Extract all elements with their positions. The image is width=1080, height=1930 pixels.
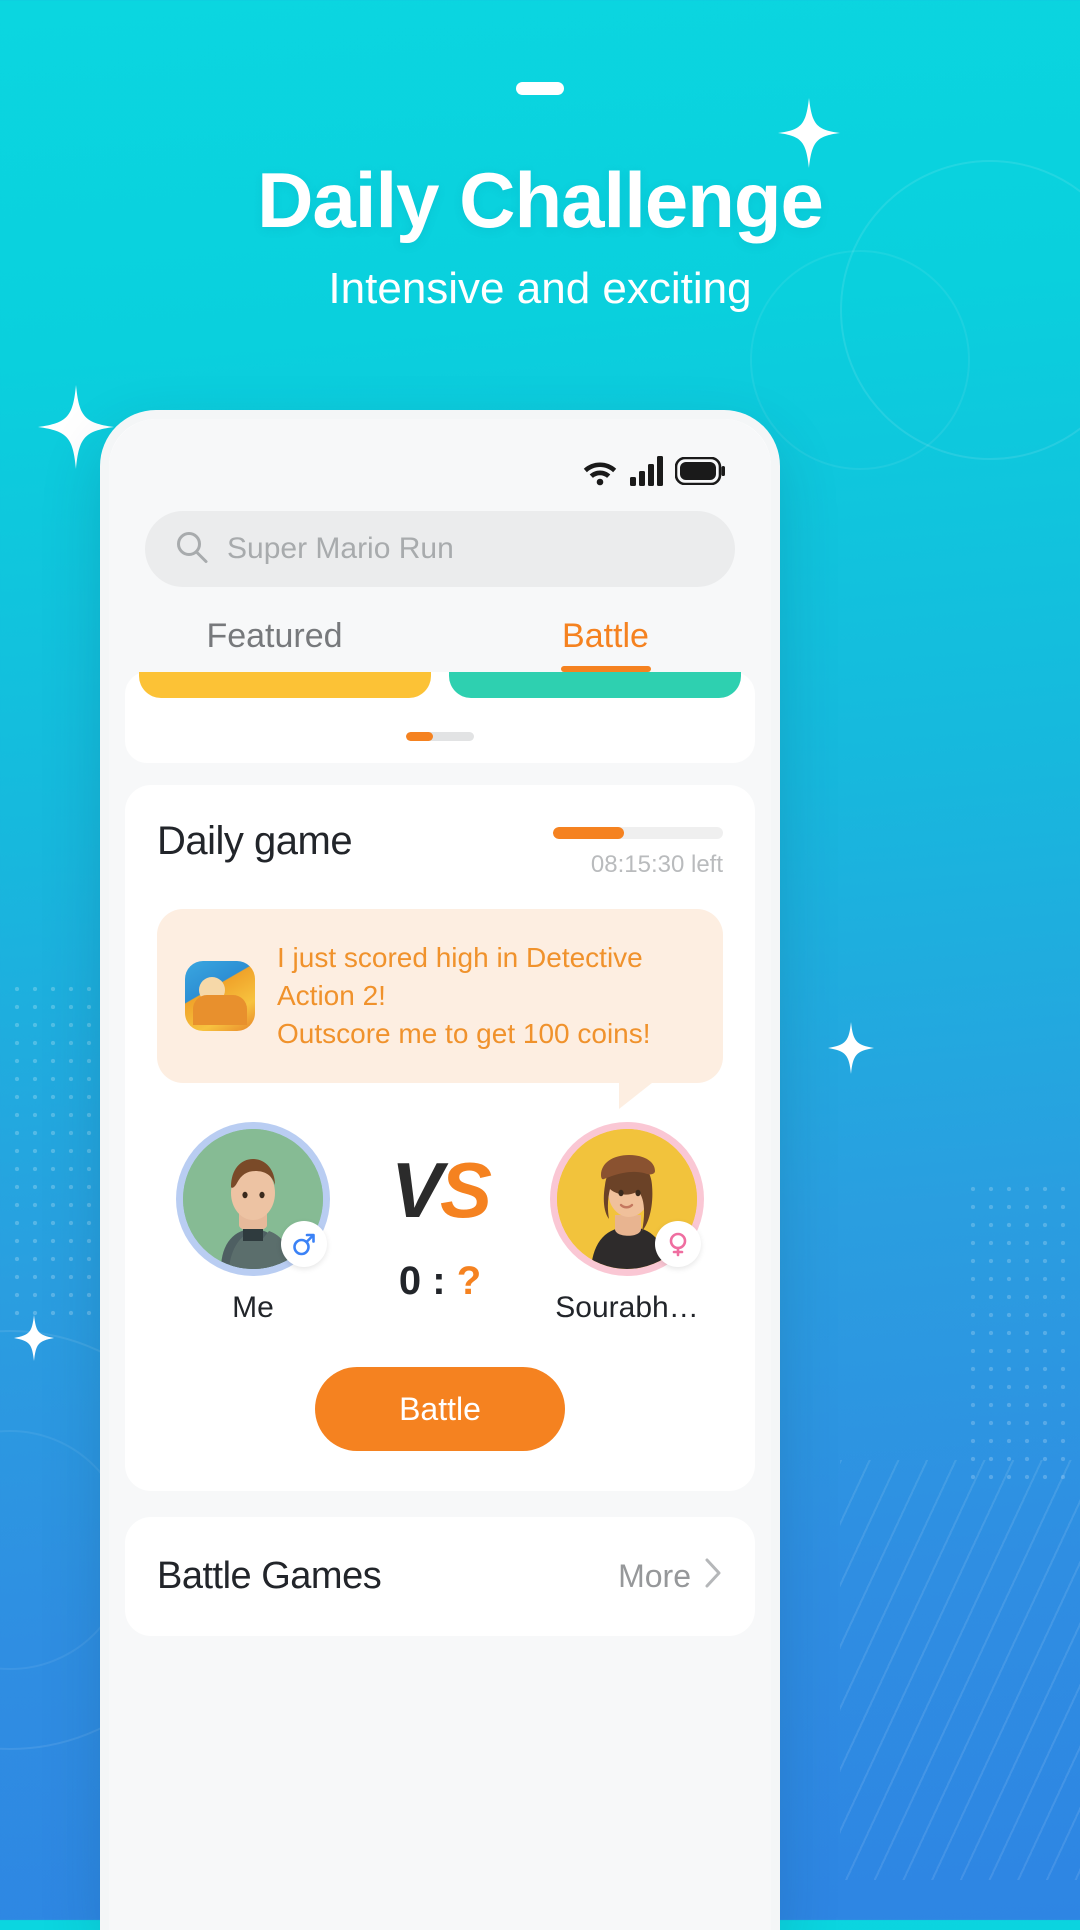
daily-game-progress-bar xyxy=(553,827,723,839)
tab-featured[interactable]: Featured xyxy=(109,617,440,672)
daily-game-time-left: 08:15:30 left xyxy=(590,851,723,878)
status-bar xyxy=(109,419,771,505)
search-input[interactable]: Super Mario Run xyxy=(145,511,735,587)
versus-row: Me VS 0 : ? Sourabh… xyxy=(157,1122,723,1325)
carousel-strip[interactable] xyxy=(125,672,755,698)
female-gender-icon xyxy=(655,1221,701,1268)
vs-label-s: S xyxy=(440,1145,492,1234)
player-me[interactable]: Me xyxy=(173,1122,333,1325)
page-title: Daily Challenge xyxy=(257,156,824,244)
search-placeholder: Super Mario Run xyxy=(227,532,454,565)
carousel-slide[interactable] xyxy=(449,672,741,698)
more-label: More xyxy=(618,1558,691,1595)
player-opponent[interactable]: Sourabh… xyxy=(547,1122,707,1325)
search-area: Super Mario Run xyxy=(109,505,771,587)
battle-games-title: Battle Games xyxy=(157,1555,382,1598)
cellular-signal-icon xyxy=(630,456,664,486)
score-opponent: ? xyxy=(456,1258,482,1303)
carousel-page-indicator xyxy=(125,732,755,741)
daily-game-card: Daily game 08:15:30 left I just scored h… xyxy=(125,785,755,1492)
tab-battle[interactable]: Battle xyxy=(440,617,771,672)
score-line: 0 : ? xyxy=(333,1259,547,1304)
avatar[interactable] xyxy=(550,1122,704,1277)
vs-label: VS xyxy=(333,1151,547,1229)
challenge-speech-bubble: I just scored high in Detective Action 2… xyxy=(157,909,723,1110)
tab-bar: Featured Battle xyxy=(109,587,771,672)
deco-dot-grid xyxy=(964,1180,1074,1480)
challenge-message-line2: Outscore me to get 100 coins! xyxy=(277,1018,651,1050)
male-gender-icon xyxy=(281,1221,327,1268)
score-me: 0 xyxy=(398,1258,422,1303)
chevron-right-icon xyxy=(703,1557,723,1597)
versus-block: VS 0 : ? xyxy=(333,1151,547,1304)
sparkle-icon xyxy=(828,1022,874,1074)
daily-game-header: Daily game 08:15:30 left xyxy=(157,819,723,879)
drag-handle[interactable] xyxy=(516,82,564,95)
challenge-message: I just scored high in Detective Action 2… xyxy=(277,939,695,1053)
sparkle-icon xyxy=(14,1315,54,1361)
carousel-slide[interactable] xyxy=(139,672,431,698)
deco-diagonal-lines xyxy=(840,1460,1080,1880)
daily-game-title: Daily game xyxy=(157,819,353,863)
daily-game-timer: 08:15:30 left xyxy=(553,819,723,879)
carousel-card xyxy=(125,672,755,763)
score-separator: : xyxy=(432,1258,446,1303)
battle-button[interactable]: Battle xyxy=(315,1367,565,1452)
search-icon xyxy=(175,530,209,569)
player-me-name: Me xyxy=(232,1291,274,1325)
challenge-message-line1: I just scored high in Detective Action 2… xyxy=(277,942,643,1012)
page-indicator-bar xyxy=(406,732,474,741)
vs-label-v: V xyxy=(390,1145,443,1234)
detective-action-2-game-icon xyxy=(185,961,255,1032)
battle-games-more-link[interactable]: More xyxy=(618,1557,723,1597)
player-opponent-name: Sourabh… xyxy=(555,1291,699,1325)
page-subtitle: Intensive and exciting xyxy=(328,264,752,313)
battery-full-icon xyxy=(675,457,725,485)
battle-games-section: Battle Games More xyxy=(125,1517,755,1637)
phone-screen: Super Mario Run Featured Battle Daily ga… xyxy=(109,419,771,1930)
avatar[interactable] xyxy=(176,1122,330,1277)
wifi-icon xyxy=(581,456,619,486)
phone-mockup: Super Mario Run Featured Battle Daily ga… xyxy=(100,410,780,1930)
